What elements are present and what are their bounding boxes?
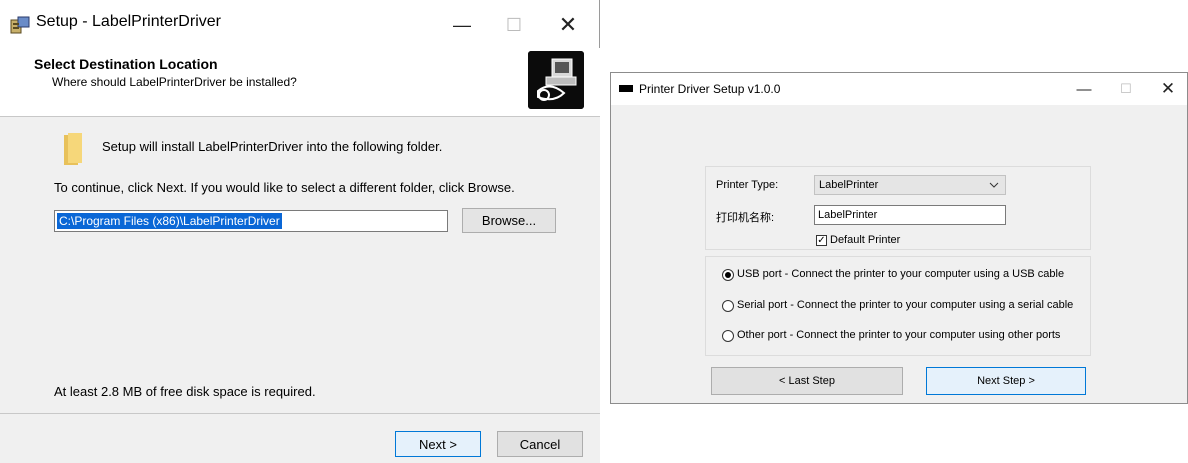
other-port-radio[interactable] [722, 330, 734, 342]
maximize-button[interactable]: ☐ [1111, 77, 1141, 101]
destination-path-input[interactable]: C:\Program Files (x86)\LabelPrinterDrive… [54, 210, 448, 232]
usb-port-radio[interactable] [722, 269, 734, 281]
minimize-button[interactable]: — [1069, 77, 1099, 101]
driver-title-bar[interactable]: Printer Driver Setup v1.0.0 — ☐ ✕ [611, 73, 1187, 105]
other-port-label: Other port - Connect the printer to your… [737, 329, 1061, 341]
page-subtitle: Where should LabelPrinterDriver be insta… [52, 75, 297, 89]
computer-install-logo-icon [528, 51, 584, 109]
serial-port-radio[interactable] [722, 300, 734, 312]
printer-name-label: 打印机名称: [716, 212, 775, 224]
cancel-button[interactable]: Cancel [497, 431, 583, 457]
default-printer-label: Default Printer [830, 234, 901, 246]
wizard-body: Setup will install LabelPrinterDriver in… [0, 117, 600, 413]
setup-installer-icon [10, 16, 30, 34]
browse-button[interactable]: Browse... [462, 208, 556, 233]
wizard-footer: Next > Cancel [0, 413, 600, 463]
close-button[interactable]: ✕ [548, 8, 588, 42]
driver-setup-window: Printer Driver Setup v1.0.0 — ☐ ✕ Printe… [610, 72, 1188, 404]
serial-port-label: Serial port - Connect the printer to you… [737, 299, 1074, 311]
folder-icon [64, 133, 82, 165]
last-step-button[interactable]: < Last Step [711, 367, 903, 395]
next-step-button[interactable]: Next Step > [926, 367, 1086, 395]
printer-name-input[interactable]: LabelPrinter [814, 205, 1006, 225]
printer-type-select[interactable]: LabelPrinter [814, 175, 1006, 195]
page-title: Select Destination Location [34, 56, 218, 72]
setup-title-bar[interactable]: Setup - LabelPrinterDriver — ☐ ✕ [0, 0, 600, 48]
continue-instructions: To continue, click Next. If you would li… [54, 180, 515, 195]
window-title: Printer Driver Setup v1.0.0 [639, 82, 781, 96]
printer-app-icon [619, 85, 633, 92]
next-button[interactable]: Next > [395, 431, 481, 457]
port-selection-group: USB port - Connect the printer to your c… [705, 256, 1091, 356]
radio-selected-dot [725, 272, 731, 278]
close-button[interactable]: ✕ [1153, 77, 1183, 101]
minimize-button[interactable]: — [442, 8, 482, 42]
install-info-text: Setup will install LabelPrinterDriver in… [102, 139, 443, 154]
usb-port-label: USB port - Connect the printer to your c… [737, 268, 1065, 280]
destination-path-value: C:\Program Files (x86)\LabelPrinterDrive… [57, 213, 282, 229]
printer-settings-group: Printer Type: LabelPrinter 打印机名称: LabelP… [705, 166, 1091, 250]
window-title: Setup - LabelPrinterDriver [36, 13, 221, 30]
chevron-down-icon [989, 182, 999, 188]
wizard-header: Select Destination Location Where should… [0, 48, 600, 117]
setup-window: Setup - LabelPrinterDriver — ☐ ✕ Select … [0, 0, 600, 463]
maximize-button[interactable]: ☐ [494, 8, 534, 42]
printer-type-label: Printer Type: [716, 179, 779, 191]
disk-space-text: At least 2.8 MB of free disk space is re… [54, 384, 316, 399]
default-printer-checkbox[interactable]: ✓ [816, 235, 827, 246]
printer-type-value: LabelPrinter [819, 179, 879, 191]
